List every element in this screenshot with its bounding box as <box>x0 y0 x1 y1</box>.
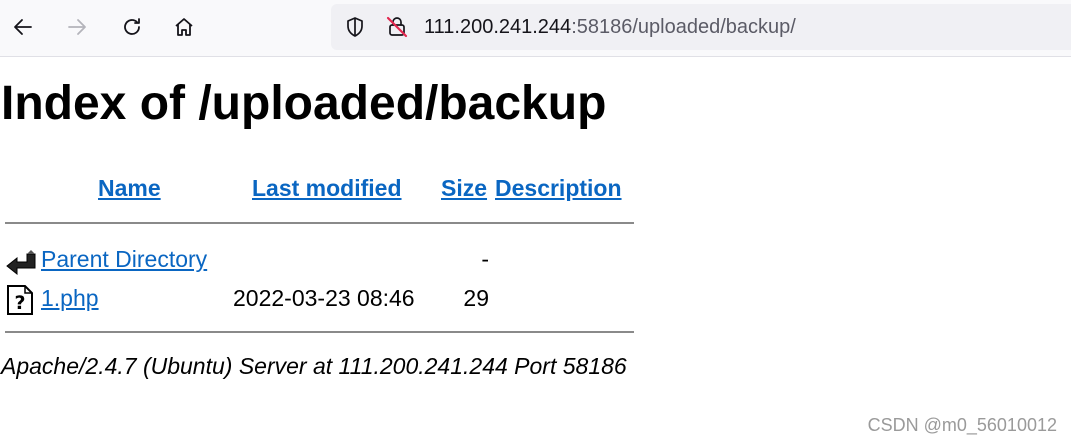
table-row: Parent Directory - <box>5 242 635 276</box>
address-bar[interactable]: 111.200.241.244:58186/uploaded/backup/ <box>331 4 1071 50</box>
row-last-modified: 2022-03-23 08:46 <box>233 285 415 311</box>
forward-arrow-icon <box>68 19 86 35</box>
row-size: 29 <box>463 285 489 311</box>
home-button[interactable] <box>167 10 201 44</box>
back-arrow-icon <box>6 250 36 276</box>
file-link[interactable]: 1.php <box>41 281 99 315</box>
url-text[interactable]: 111.200.241.244:58186/uploaded/backup/ <box>424 15 796 39</box>
home-icon <box>175 18 193 36</box>
svg-text:?: ? <box>14 292 25 314</box>
watermark: CSDN @m0_56010012 <box>867 415 1057 435</box>
page-title: Index of /uploaded/backup <box>1 77 607 130</box>
back-arrow-icon <box>14 19 32 35</box>
header-divider <box>5 222 634 224</box>
back-button[interactable] <box>6 10 40 44</box>
reload-icon <box>124 18 140 35</box>
column-header-name[interactable]: Name <box>98 170 161 206</box>
footer-divider <box>5 331 634 333</box>
column-header-size[interactable]: Size <box>441 170 487 206</box>
forward-button[interactable] <box>60 10 94 44</box>
url-path: :58186/uploaded/backup/ <box>571 16 796 38</box>
parent-directory-link[interactable]: Parent Directory <box>41 242 207 276</box>
browser-toolbar: 111.200.241.244:58186/uploaded/backup/ <box>0 0 1071 57</box>
reload-button[interactable] <box>115 10 149 44</box>
tracking-protection-shield-icon[interactable] <box>343 15 367 39</box>
column-header-last-modified[interactable]: Last modified <box>252 170 402 206</box>
url-host: 111.200.241.244 <box>424 16 572 38</box>
unknown-file-icon: ? <box>7 285 33 315</box>
column-header-description[interactable]: Description <box>495 170 622 206</box>
insecure-lock-icon[interactable] <box>385 15 409 39</box>
table-row: ? 1.php 2022-03-23 08:46 29 <box>5 281 635 315</box>
row-size: - <box>481 246 489 272</box>
server-signature: Apache/2.4.7 (Ubuntu) Server at 111.200.… <box>1 353 627 379</box>
